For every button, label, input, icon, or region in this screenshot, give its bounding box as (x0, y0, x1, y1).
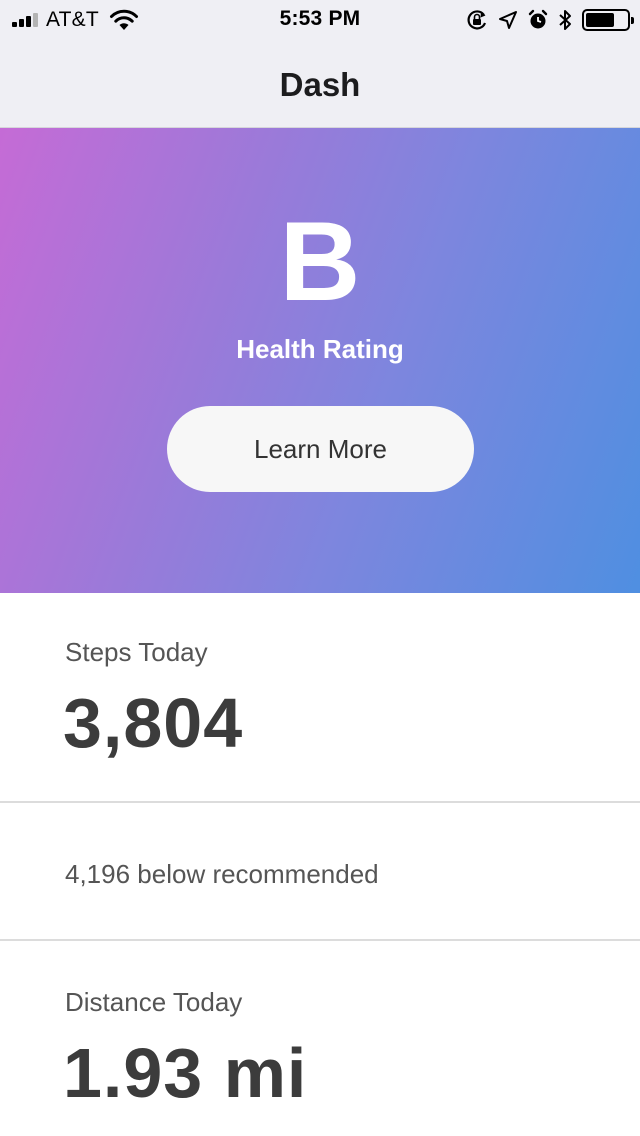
steps-value: 3,804 (63, 684, 244, 762)
steps-card: Steps Today 3,804 (0, 593, 640, 803)
distance-card: Distance Today 1.93 mi (0, 943, 640, 1136)
distance-label: Distance Today (65, 987, 243, 1017)
recommendation-card: 4,196 below recommended (0, 805, 640, 941)
distance-value: 1.93 mi (63, 1034, 308, 1112)
health-rating-label: Health Rating (236, 334, 404, 364)
location-arrow-icon (499, 11, 517, 29)
orientation-lock-icon (467, 10, 487, 30)
status-right (466, 8, 634, 32)
navigation-bar: Dash (0, 40, 640, 128)
battery-level (586, 13, 614, 27)
alarm-icon (528, 9, 548, 29)
battery-icon (582, 9, 634, 31)
learn-more-button[interactable]: Learn More (167, 406, 474, 492)
page-title: Dash (279, 66, 361, 103)
status-bar: AT&T 5:53 PM (0, 0, 640, 40)
health-grade: B (279, 199, 361, 324)
steps-label: Steps Today (65, 637, 208, 667)
recommendation-text: 4,196 below recommended (65, 859, 379, 889)
screen: AT&T 5:53 PM Dash B Health Rating Learn … (0, 0, 640, 1136)
bluetooth-icon (559, 10, 571, 30)
health-rating-hero: B Health Rating Learn More (0, 128, 640, 593)
